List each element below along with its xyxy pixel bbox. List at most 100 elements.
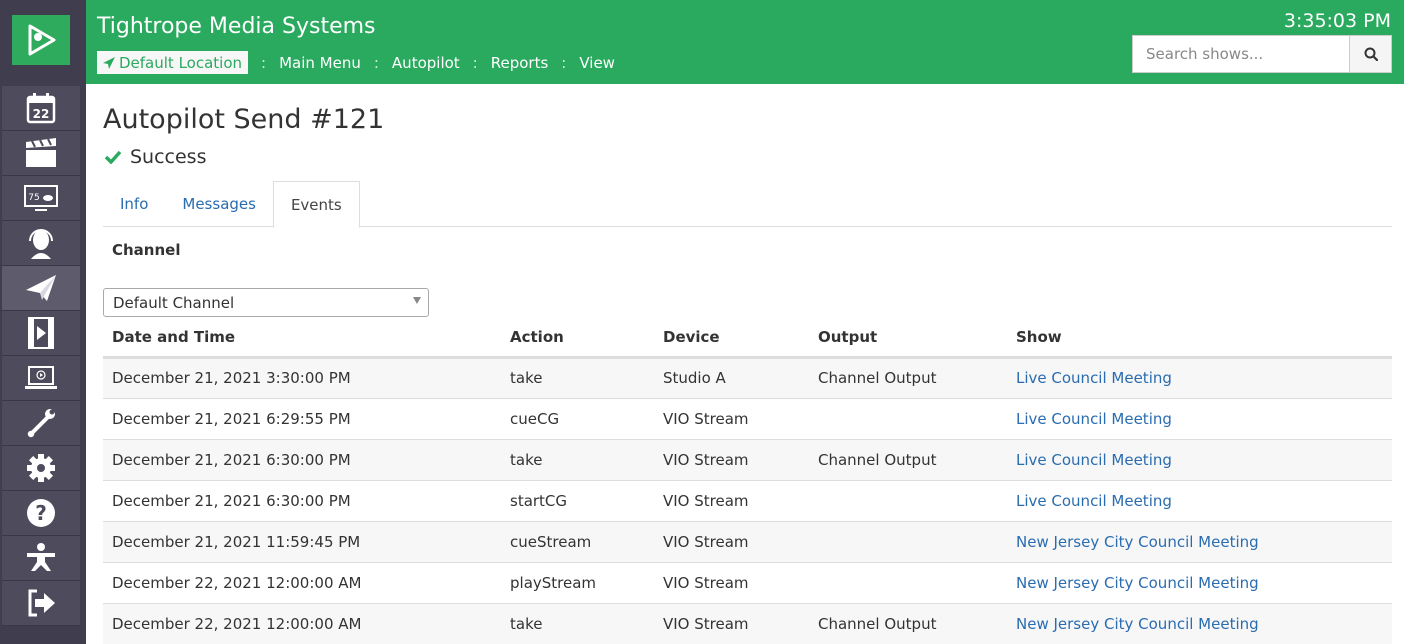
show-link[interactable]: New Jersey City Council Meeting (1016, 574, 1259, 592)
tab-info[interactable]: Info (103, 181, 165, 227)
nav-reports[interactable]: Reports (491, 54, 549, 72)
breadcrumb-separator: : (261, 53, 267, 72)
logo[interactable] (12, 15, 70, 65)
svg-text:75: 75 (28, 193, 39, 203)
status-badge: Success (104, 146, 206, 168)
cell-action: playStream (501, 562, 654, 604)
cell-show: New Jersey City Council Meeting (1007, 562, 1392, 604)
channel-select[interactable]: Default Channel (103, 288, 429, 317)
headset-icon (29, 229, 53, 259)
cell-device: VIO Stream (654, 562, 809, 604)
table-row: December 21, 2021 6:30:00 PM take VIO St… (103, 439, 1392, 481)
cell-device: VIO Stream (654, 439, 809, 481)
gear-icon (27, 454, 55, 482)
table-header-row: Date and Time Action Device Output Show (103, 319, 1392, 359)
table-row: December 21, 2021 11:59:45 PM cueStream … (103, 521, 1392, 563)
clapperboard-icon (26, 138, 56, 167)
show-link[interactable]: New Jersey City Council Meeting (1016, 615, 1259, 633)
sidebar-item-tools[interactable] (2, 401, 80, 446)
sidebar-item-logout[interactable] (2, 581, 80, 626)
dropdown-arrow-icon (413, 297, 421, 304)
sidebar-item-schedule[interactable]: 22 (2, 86, 80, 131)
sidebar: 22 75 ? (0, 0, 86, 644)
cell-output (809, 521, 1007, 563)
sidebar-item-vod[interactable] (2, 356, 80, 401)
table-row: December 21, 2021 6:30:00 PM startCG VIO… (103, 480, 1392, 522)
top-header: Tightrope Media Systems Default Location… (86, 0, 1404, 84)
channel-label: Channel (112, 241, 181, 259)
clock: 3:35:03 PM (1283, 10, 1391, 32)
svg-text:?: ? (35, 501, 47, 525)
cell-action: cueCG (501, 398, 654, 440)
column-header-output[interactable]: Output (809, 319, 1007, 359)
events-table: Date and Time Action Device Output Show … (103, 319, 1392, 644)
monitor-weather-icon: 75 (24, 185, 58, 211)
cell-device: VIO Stream (654, 398, 809, 440)
cell-show: Live Council Meeting (1007, 357, 1392, 399)
show-link[interactable]: New Jersey City Council Meeting (1016, 533, 1259, 551)
search-icon (1364, 47, 1378, 61)
cell-action: take (501, 603, 654, 644)
page-title: Autopilot Send #121 (103, 104, 385, 135)
breadcrumb: Default Location : Main Menu : Autopilot… (97, 51, 615, 74)
sidebar-item-help[interactable]: ? (2, 491, 80, 536)
cell-action: take (501, 439, 654, 481)
cell-device: VIO Stream (654, 603, 809, 644)
laptop-play-icon (25, 366, 57, 389)
sidebar-item-settings[interactable] (2, 446, 80, 491)
show-link[interactable]: Live Council Meeting (1016, 369, 1172, 387)
paper-plane-icon (26, 275, 56, 301)
sidebar-item-media[interactable] (2, 311, 80, 356)
tab-bar: Info Messages Events (103, 181, 1392, 228)
show-link[interactable]: Live Council Meeting (1016, 492, 1172, 510)
sidebar-item-shows[interactable] (2, 131, 80, 176)
cell-show: Live Council Meeting (1007, 439, 1392, 481)
column-header-show[interactable]: Show (1007, 319, 1392, 359)
checkmark-icon (104, 150, 122, 164)
tab-messages[interactable]: Messages (165, 181, 273, 227)
sidebar-item-support[interactable] (2, 221, 80, 266)
wrench-icon (27, 409, 55, 438)
cell-date: December 21, 2021 11:59:45 PM (103, 521, 501, 563)
column-header-device[interactable]: Device (654, 319, 809, 359)
column-header-action[interactable]: Action (501, 319, 654, 359)
location-button[interactable]: Default Location (97, 51, 249, 74)
sidebar-item-autopilot[interactable] (2, 266, 80, 311)
cell-device: VIO Stream (654, 521, 809, 563)
film-play-icon (28, 317, 54, 349)
breadcrumb-separator: : (561, 53, 567, 72)
tab-events[interactable]: Events (272, 181, 360, 228)
location-arrow-icon (103, 56, 115, 69)
cell-date: December 21, 2021 6:30:00 PM (103, 439, 501, 481)
cell-show: New Jersey City Council Meeting (1007, 603, 1392, 644)
cell-action: take (501, 357, 654, 399)
nav-main-menu[interactable]: Main Menu (279, 54, 361, 72)
sidebar-item-accessibility[interactable] (2, 536, 80, 581)
person-icon (27, 543, 55, 571)
cell-date: December 21, 2021 3:30:00 PM (103, 357, 501, 399)
show-link[interactable]: Live Council Meeting (1016, 410, 1172, 428)
table-row: December 22, 2021 12:00:00 AM take VIO S… (103, 603, 1392, 644)
cell-output: Channel Output (809, 439, 1007, 481)
sidebar-item-signage[interactable]: 75 (2, 176, 80, 221)
cell-output (809, 562, 1007, 604)
search-input[interactable] (1133, 36, 1349, 72)
cell-action: startCG (501, 480, 654, 522)
search-button[interactable] (1349, 36, 1391, 72)
cell-date: December 21, 2021 6:30:00 PM (103, 480, 501, 522)
cell-device: Studio A (654, 357, 809, 399)
search-box (1132, 35, 1392, 73)
nav-autopilot[interactable]: Autopilot (392, 54, 460, 72)
svg-text:22: 22 (33, 107, 50, 121)
cell-device: VIO Stream (654, 480, 809, 522)
show-link[interactable]: Live Council Meeting (1016, 451, 1172, 469)
table-row: December 21, 2021 6:29:55 PM cueCG VIO S… (103, 398, 1392, 440)
cell-output (809, 398, 1007, 440)
brand-title: Tightrope Media Systems (97, 14, 376, 39)
column-header-date[interactable]: Date and Time (103, 319, 501, 359)
cell-show: Live Council Meeting (1007, 480, 1392, 522)
cell-output: Channel Output (809, 603, 1007, 644)
channel-select-value: Default Channel (113, 293, 235, 312)
breadcrumb-separator: : (472, 53, 478, 72)
nav-view[interactable]: View (579, 54, 615, 72)
